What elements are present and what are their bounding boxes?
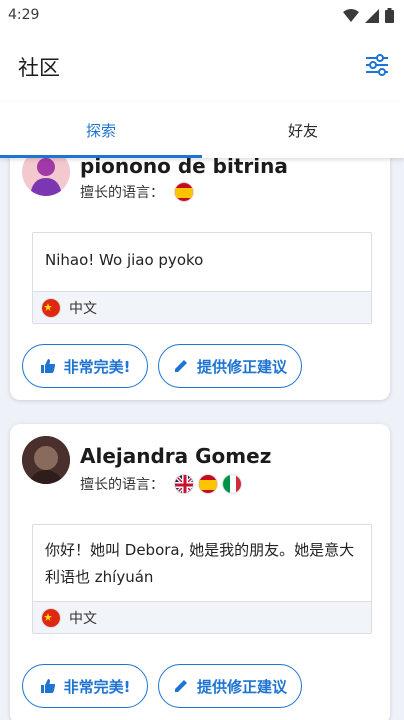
- post-card[interactable]: pionono de bitrina 擅长的语言： Nihao! Wo jiao…: [10, 158, 390, 400]
- signal-icon: [365, 8, 379, 23]
- status-bar: 4:29: [0, 0, 404, 32]
- suggest-correction-button[interactable]: 提供修正建议: [158, 664, 302, 708]
- tab-indicator: [0, 155, 202, 158]
- china-flag-icon: [41, 297, 61, 318]
- avatar-photo: [22, 436, 70, 484]
- thumbs-up-icon: [40, 679, 55, 693]
- status-time: 4:29: [8, 7, 40, 23]
- avatar-illustration: [30, 158, 62, 196]
- author-name[interactable]: Alejandra Gomez: [80, 444, 271, 468]
- languages-row: 擅长的语言：: [80, 474, 242, 494]
- page-title: 社区: [18, 56, 60, 80]
- avatar[interactable]: [22, 158, 70, 196]
- post-text: Nihao! Wo jiao pyoko: [45, 251, 204, 269]
- tab-friends[interactable]: 好友: [202, 102, 404, 158]
- post-content[interactable]: 你好！她叫 Debora, 她是我的朋友。她是意大利语也 zhíyuán 中文: [32, 524, 372, 634]
- thumbs-up-icon: [40, 359, 55, 373]
- post-text: 你好！她叫 Debora, 她是我的朋友。她是意大利语也 zhíyuán: [45, 541, 355, 586]
- pencil-icon: [174, 360, 187, 372]
- app-bar: 社区: [0, 32, 404, 102]
- status-icons: [343, 8, 394, 23]
- languages-label: 擅长的语言：: [80, 477, 164, 493]
- post-language-label: 中文: [69, 300, 97, 317]
- tab-explore[interactable]: 探索: [0, 102, 202, 158]
- tab-label: 探索: [85, 121, 116, 140]
- post-language: 中文: [33, 601, 371, 633]
- suggest-correction-label: 提供修正建议: [196, 677, 287, 696]
- languages-label: 擅长的语言：: [80, 185, 164, 201]
- spanish-flag-icon: [198, 474, 218, 494]
- filter-button[interactable]: [364, 52, 390, 78]
- perfect-button[interactable]: 非常完美!: [22, 344, 148, 388]
- post-language-label: 中文: [69, 610, 97, 627]
- post-language: 中文: [33, 291, 371, 323]
- battery-icon: [385, 8, 394, 23]
- perfect-button-label: 非常完美!: [63, 357, 131, 376]
- languages-row: 擅长的语言：: [80, 182, 194, 202]
- spanish-flag-icon: [174, 182, 194, 202]
- tab-bar: 探索 好友: [0, 102, 404, 158]
- tune-icon: [366, 54, 388, 76]
- author-name[interactable]: pionono de bitrina: [80, 158, 288, 178]
- uk-flag-icon: [174, 474, 194, 494]
- avatar[interactable]: [22, 436, 70, 484]
- feed[interactable]: pionono de bitrina 擅长的语言： Nihao! Wo jiao…: [0, 158, 404, 720]
- suggest-correction-button[interactable]: 提供修正建议: [158, 344, 302, 388]
- tab-label: 好友: [287, 121, 318, 140]
- suggest-correction-label: 提供修正建议: [196, 357, 287, 376]
- perfect-button-label: 非常完美!: [63, 677, 131, 696]
- post-card[interactable]: Alejandra Gomez 擅长的语言： 你好！她叫 Debora, 她是我…: [10, 424, 390, 720]
- china-flag-icon: [41, 607, 61, 628]
- perfect-button[interactable]: 非常完美!: [22, 664, 148, 708]
- post-content[interactable]: Nihao! Wo jiao pyoko 中文: [32, 232, 372, 324]
- italian-flag-icon: [222, 474, 242, 494]
- pencil-icon: [174, 680, 187, 692]
- wifi-icon: [343, 8, 359, 22]
